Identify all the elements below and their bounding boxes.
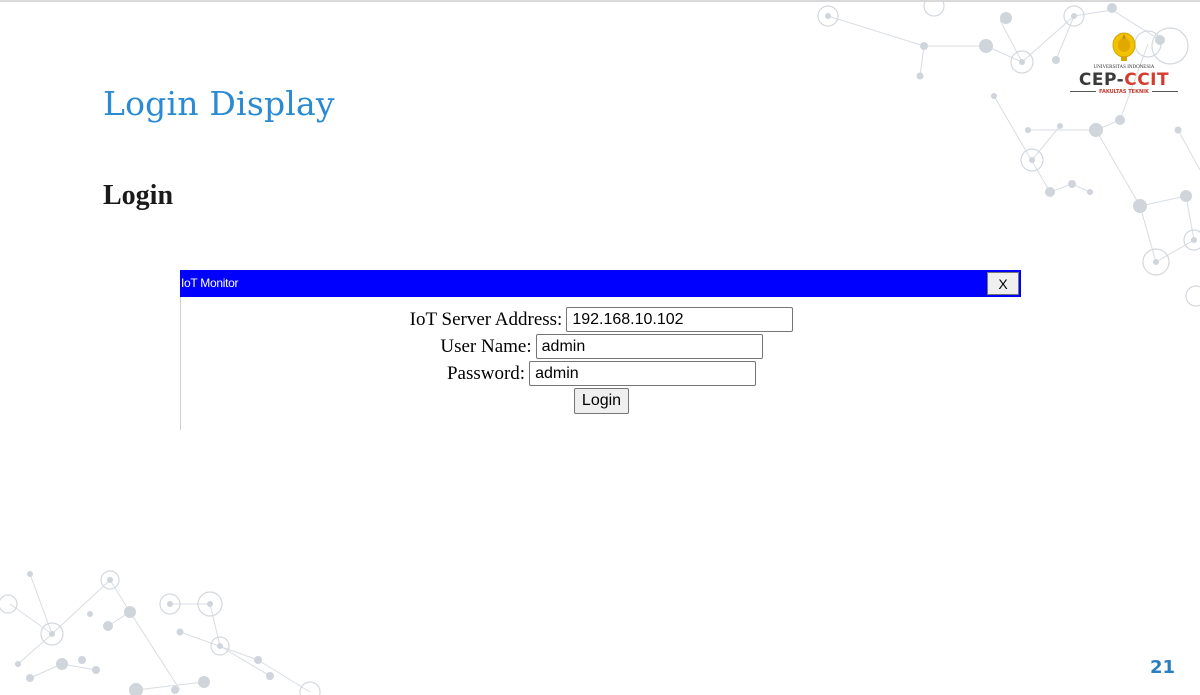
- network-decoration-bottom-left-icon: [0, 570, 321, 695]
- login-button[interactable]: Login: [573, 388, 630, 414]
- password-row: Password:: [181, 361, 1022, 386]
- username-label: User Name:: [440, 335, 532, 357]
- username-input[interactable]: [535, 334, 763, 359]
- login-form: IoT Server Address: User Name: Password:…: [180, 297, 1022, 430]
- makara-emblem-icon: [1112, 32, 1136, 61]
- server-address-input[interactable]: [566, 307, 794, 332]
- cep-ccit-logo: UNIVERSITAS INDONESIA CEP-CCIT FAKULTAS …: [1066, 30, 1182, 116]
- logo-brand-row: CEP-CCIT: [1066, 71, 1182, 89]
- logo-rule-right: [1151, 91, 1178, 92]
- logo-rule-left: [1070, 91, 1097, 92]
- slide-title: Login Display: [103, 84, 335, 123]
- logo-brand-left: CEP-: [1078, 70, 1125, 90]
- page-number: 21: [1150, 657, 1176, 678]
- slide-subtitle: Login: [103, 180, 174, 211]
- logo-faculty-text: FAKULTAS TEKNIK: [1099, 89, 1149, 95]
- close-button[interactable]: X: [987, 272, 1019, 295]
- logo-brand-right: CCIT: [1124, 70, 1170, 90]
- logo-faculty-row: FAKULTAS TEKNIK: [1066, 89, 1182, 95]
- window-title: IoT Monitor: [181, 276, 239, 290]
- logo-brand: CEP-CCIT: [1079, 71, 1169, 89]
- password-label: Password:: [446, 362, 526, 384]
- window-titlebar[interactable]: IoT Monitor X: [180, 270, 1021, 297]
- login-button-row: Login: [181, 388, 1022, 414]
- server-address-row: IoT Server Address:: [181, 307, 1022, 332]
- password-input[interactable]: [529, 361, 757, 386]
- iot-monitor-window: IoT Monitor X IoT Server Address: User N…: [180, 270, 1021, 430]
- server-address-label: IoT Server Address:: [409, 308, 563, 330]
- username-row: User Name:: [181, 334, 1022, 359]
